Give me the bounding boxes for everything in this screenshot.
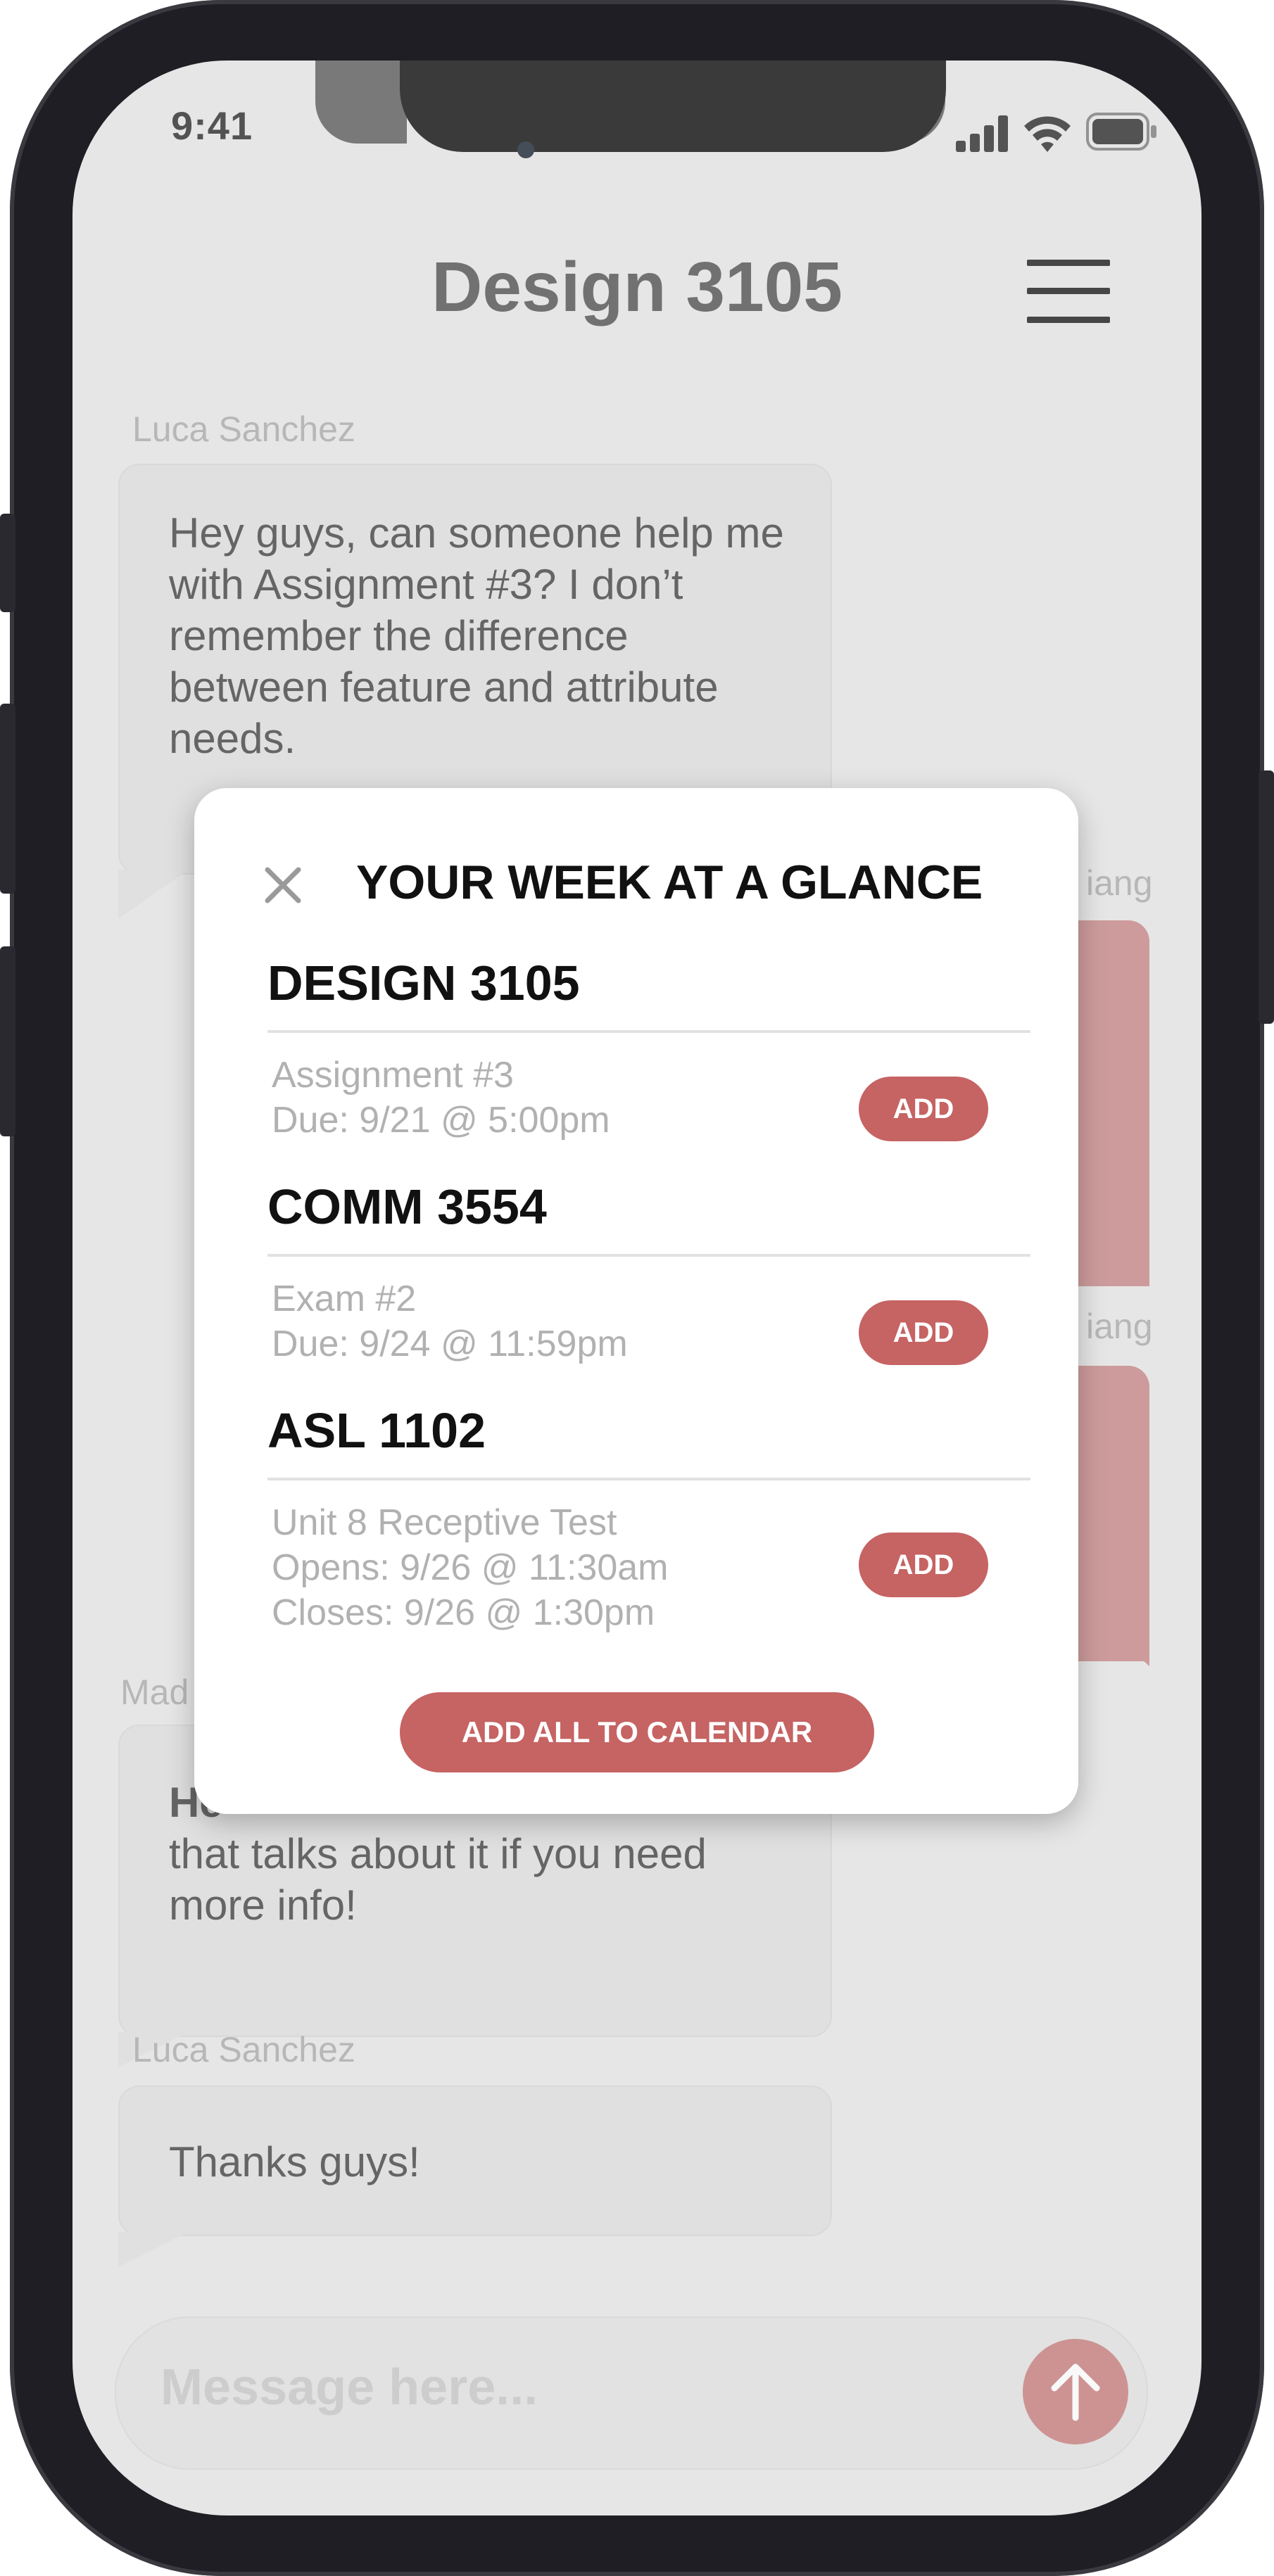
mute-switch: [0, 514, 15, 612]
add-button[interactable]: ADD: [859, 1077, 988, 1141]
assignment-closes: Closes: 9/26 @ 1:30pm: [272, 1592, 655, 1633]
close-icon[interactable]: [263, 865, 303, 905]
divider: [267, 1478, 1030, 1480]
add-all-to-calendar-button[interactable]: ADD ALL TO CALENDAR: [400, 1692, 874, 1772]
assignment-name: Assignment #3: [272, 1055, 514, 1096]
assignment-due: Due: 9/21 @ 5:00pm: [272, 1100, 610, 1141]
week-at-a-glance-modal: YOUR WEEK AT A GLANCE DESIGN 3105 Assign…: [194, 788, 1078, 1814]
divider: [267, 1030, 1030, 1033]
volume-down-button: [0, 946, 15, 1136]
volume-up-button: [0, 704, 15, 894]
assignment-name: Exam #2: [272, 1279, 417, 1319]
power-button: [1259, 770, 1274, 1024]
add-button[interactable]: ADD: [859, 1300, 988, 1365]
course-title: ASL 1102: [267, 1403, 486, 1458]
modal-title: YOUR WEEK AT A GLANCE: [356, 856, 983, 909]
divider: [267, 1254, 1030, 1257]
course-title: DESIGN 3105: [267, 956, 580, 1010]
course-title: COMM 3554: [267, 1179, 547, 1234]
assignment-due: Due: 9/24 @ 11:59pm: [272, 1324, 628, 1364]
add-button[interactable]: ADD: [859, 1533, 988, 1597]
phone-screen: 9:41 Design 3105 Luca Sanchez Hey guys, …: [72, 61, 1202, 2515]
assignment-opens: Opens: 9/26 @ 11:30am: [272, 1547, 669, 1588]
assignment-name: Unit 8 Receptive Test: [272, 1502, 617, 1543]
